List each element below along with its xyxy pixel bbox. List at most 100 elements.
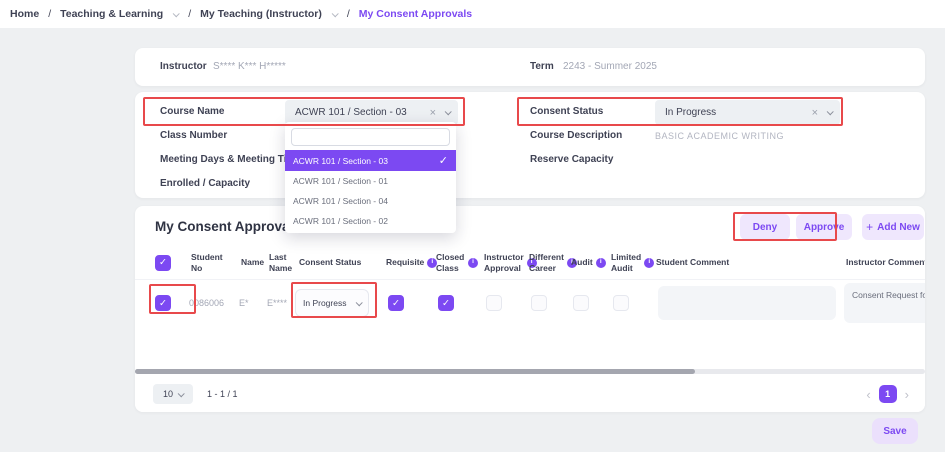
next-page-icon[interactable]: › xyxy=(905,388,909,401)
student-no-cell: 0086006 xyxy=(185,298,235,308)
audit-cell xyxy=(565,295,605,311)
page-size-select[interactable]: 10 xyxy=(153,384,193,404)
student-comment-cell xyxy=(650,286,840,320)
approve-button[interactable]: Approve xyxy=(796,214,852,240)
dropdown-option-label: ACWR 101 / Section - 02 xyxy=(293,216,448,226)
add-new-button[interactable]: + Add New xyxy=(862,214,924,240)
column-header: Name xyxy=(235,257,263,268)
different-career-checkbox[interactable] xyxy=(531,295,547,311)
page: Home / Teaching & Learning / My Teaching (In… xyxy=(0,0,945,452)
dropdown-option[interactable]: ACWR 101 / Section - 04 xyxy=(285,191,456,211)
dropdown-option[interactable]: ACWR 101 / Section - 01 xyxy=(285,171,456,191)
instructor-label: Instructor xyxy=(160,61,207,72)
add-new-label: Add New xyxy=(877,222,920,233)
term-label: Term xyxy=(530,61,554,72)
column-header-label: Student No xyxy=(191,252,233,273)
previous-page-icon[interactable]: ‹ xyxy=(866,388,870,401)
closed-class-checkbox[interactable] xyxy=(438,295,454,311)
column-header-label: Instructor Approval xyxy=(484,252,524,273)
enrolled-label: Enrolled / Capacity xyxy=(160,178,250,189)
chevron-down-icon[interactable] xyxy=(445,108,452,115)
dropdown-search-input[interactable] xyxy=(291,128,450,146)
select-all-checkbox[interactable] xyxy=(155,255,171,271)
course-dropdown-options: ACWR 101 / Section - 03✓ACWR 101 / Secti… xyxy=(285,150,456,231)
column-header-label: Closed Class xyxy=(436,252,465,273)
limited-audit-checkbox[interactable] xyxy=(613,295,629,311)
chevron-down-icon[interactable] xyxy=(827,108,834,115)
save-button[interactable]: Save xyxy=(872,418,918,444)
column-header-label: Instructor Comment xyxy=(846,257,925,268)
column-header: Closed Classi xyxy=(430,252,478,273)
breadcrumb-separator: / xyxy=(48,8,51,20)
breadcrumb-item[interactable]: Teaching & Learning xyxy=(60,8,163,20)
column-header-label: Student Comment xyxy=(656,257,729,268)
instructor-comment-cell: Consent Request for Classes xyxy=(840,283,925,323)
column-header-label: Last Name xyxy=(269,252,293,273)
clear-icon[interactable]: × xyxy=(812,107,818,119)
column-header: Consent Status xyxy=(293,257,380,268)
check-icon: ✓ xyxy=(439,154,448,167)
breadcrumb-item[interactable]: Home xyxy=(10,8,39,20)
course-dropdown-panel: ACWR 101 / Section - 03✓ACWR 101 / Secti… xyxy=(285,122,456,233)
instructor-approval-cell xyxy=(478,295,523,311)
info-icon[interactable]: i xyxy=(468,258,478,268)
consent-status-value: In Progress xyxy=(665,107,812,118)
row-checkbox[interactable] xyxy=(155,295,171,311)
deny-button[interactable]: Deny xyxy=(740,214,790,240)
instructor-value: S**** K*** H***** xyxy=(213,61,286,72)
limited-audit-cell xyxy=(605,295,650,311)
name-cell: E* xyxy=(235,298,263,308)
chevron-down-icon[interactable] xyxy=(332,10,339,17)
breadcrumb-separator: / xyxy=(188,8,191,20)
requisite-cell xyxy=(380,295,430,311)
dropdown-option[interactable]: ACWR 101 / Section - 03✓ xyxy=(285,150,456,171)
header-select-cell xyxy=(135,255,185,271)
clear-icon[interactable]: × xyxy=(430,107,436,119)
column-header-label: Audit xyxy=(571,257,593,268)
consent-status-select[interactable]: In Progress × xyxy=(655,100,840,125)
dropdown-option-label: ACWR 101 / Section - 04 xyxy=(293,196,448,206)
approvals-title: My Consent Approvals xyxy=(155,219,301,234)
dropdown-option[interactable]: ACWR 101 / Section - 02 xyxy=(285,211,456,231)
term-value: 2243 - Summer 2025 xyxy=(563,61,657,72)
course-description-label: Course Description xyxy=(530,130,622,141)
instructor-approval-checkbox[interactable] xyxy=(486,295,502,311)
instructor-comment-box[interactable]: Consent Request for Classes xyxy=(844,283,925,323)
column-header-label: Consent Status xyxy=(299,257,361,268)
course-name-label: Course Name xyxy=(160,106,224,117)
plus-icon: + xyxy=(866,220,873,234)
closed-class-cell xyxy=(430,295,478,311)
pagination-range: 1 - 1 / 1 xyxy=(207,389,238,399)
column-header-label: Name xyxy=(241,257,264,268)
current-page-button[interactable]: 1 xyxy=(879,385,897,403)
filters-card: Course Name ACWR 101 / Section - 03 × Cl… xyxy=(135,92,925,198)
page-size-value: 10 xyxy=(163,389,173,399)
audit-checkbox[interactable] xyxy=(573,295,589,311)
column-header: Limited Auditi xyxy=(605,252,650,273)
breadcrumb-item[interactable]: My Teaching (Instructor) xyxy=(200,8,322,20)
horizontal-scrollbar-thumb[interactable] xyxy=(135,369,695,374)
breadcrumb-item[interactable]: My Consent Approvals xyxy=(359,8,472,20)
breadcrumb-separator: / xyxy=(347,8,350,20)
consent-status-label: Consent Status xyxy=(530,106,603,117)
column-header: Student Comment xyxy=(650,257,840,268)
row-select-cell xyxy=(135,295,185,311)
chevron-down-icon xyxy=(178,390,185,397)
column-header: Student No xyxy=(185,252,235,273)
dropdown-option-label: ACWR 101 / Section - 03 xyxy=(293,156,439,166)
consent-status-cell: In Progress xyxy=(293,289,380,317)
last-name-cell: E**** xyxy=(263,298,293,308)
approvals-card: My Consent Approvals Deny Approve + Add N… xyxy=(135,206,925,412)
dropdown-option-label: ACWR 101 / Section - 01 xyxy=(293,176,448,186)
column-header: Instructor Comment xyxy=(840,257,925,268)
column-header: Auditi xyxy=(565,257,605,268)
chevron-down-icon[interactable] xyxy=(173,10,180,17)
requisite-checkbox[interactable] xyxy=(388,295,404,311)
row-consent-status-select[interactable]: In Progress xyxy=(295,289,369,317)
table-row: 0086006 E* E**** In Progress Consent Req… xyxy=(135,280,925,326)
column-header: Instructor Approvali xyxy=(478,252,523,273)
column-header: Different Careeri xyxy=(523,252,565,273)
student-comment-box[interactable] xyxy=(658,286,836,320)
chevron-down-icon[interactable] xyxy=(356,299,363,306)
column-header-label: Requisite xyxy=(386,257,424,268)
